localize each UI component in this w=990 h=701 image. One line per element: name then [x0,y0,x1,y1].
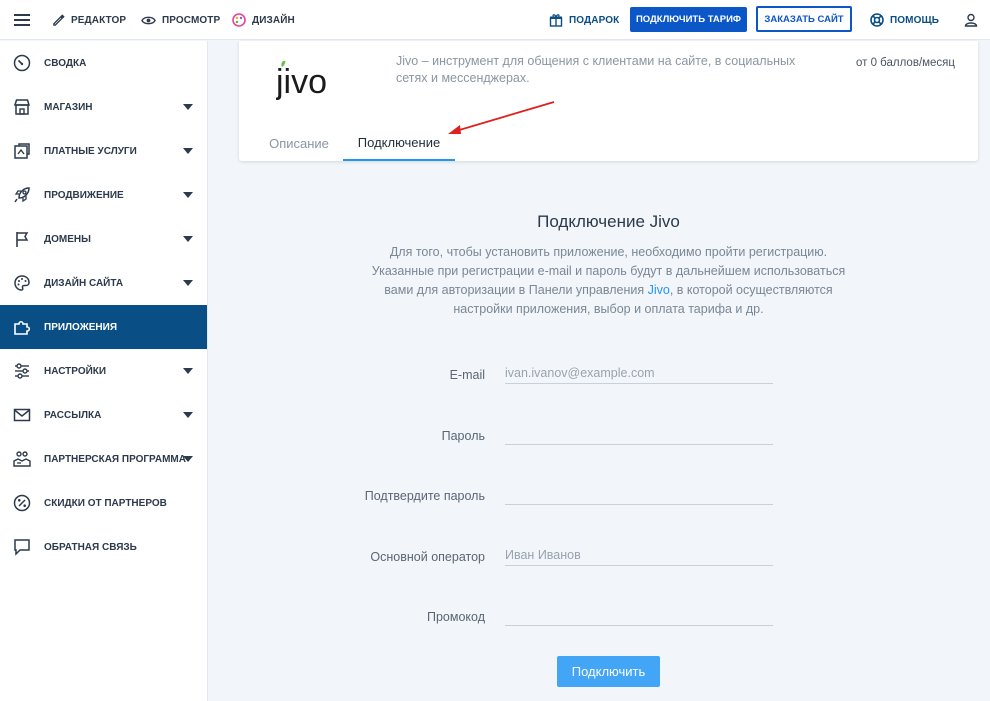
eye-icon [141,15,156,26]
sidebar-item-label: Настройки [44,365,107,377]
sidebar-item-store[interactable]: Магазин [0,85,207,129]
jivo-link[interactable]: Jivo [648,283,670,297]
app-price: от 0 баллов/месяц [855,57,955,69]
sidebar-item-label: Скидки от партнеров [44,497,167,509]
jivo-logo: jivo [275,59,336,103]
gauge-icon [12,53,32,73]
sidebar-item-site-design[interactable]: Дизайн сайта [0,261,207,305]
help-label: Помощь [890,14,940,26]
palette-color-icon [232,13,246,27]
sidebar-item-label: Домены [44,233,91,245]
sidebar-item-label: Партнерская программа [44,453,186,465]
rocket-icon [12,185,32,205]
top-bar: Редактор Просмотр Дизайн Подарок Подключ… [0,0,990,40]
sidebar-item-label: Продвижение [44,189,124,201]
sidebar-item-domains[interactable]: Домены [0,217,207,261]
promo-field[interactable] [505,604,773,626]
chevron-down-icon[interactable] [183,368,193,374]
hamburger-menu-icon[interactable] [14,0,30,40]
pencil-icon [52,13,65,27]
tab-connection[interactable]: Подключение [343,125,455,161]
app-description: Jivo – инструмент для общения с клиентам… [396,54,796,85]
percent-icon [12,493,32,513]
sidebar-item-label: Сводка [44,57,87,69]
email-field[interactable] [505,362,773,384]
user-icon[interactable] [964,0,978,40]
operator-label: Основной оператор [370,550,485,564]
preview-label: Просмотр [162,14,221,26]
store-icon [12,97,32,117]
promo-row: Промокод [300,602,780,632]
sidebar-item-feedback[interactable]: Обратная связь [0,525,207,569]
sidebar-item-label: Рассылка [44,409,102,421]
design-link[interactable]: Дизайн [232,0,295,40]
sidebar-item-settings[interactable]: Настройки [0,349,207,393]
preview-link[interactable]: Просмотр [141,0,220,40]
password-label: Пароль [441,429,485,443]
tab-description[interactable]: Описание [258,125,340,161]
chevron-down-icon[interactable] [183,148,193,154]
help-link[interactable]: Помощь [870,0,939,40]
password-field[interactable] [505,423,773,445]
chat-icon [12,537,32,557]
connect-intro: Для того, чтобы установить приложение, н… [360,243,857,319]
sidebar-item-mailing[interactable]: Рассылка [0,393,207,437]
puzzle-icon [12,317,32,337]
sidebar-item-partner-discounts[interactable]: Скидки от партнеров [0,481,207,525]
sidebar-item-label: Магазин [44,101,93,113]
email-row: E-mail [300,360,780,390]
email-label: E-mail [449,368,485,382]
sidebar-item-label: Дизайн сайта [44,277,124,289]
editor-link[interactable]: Редактор [52,0,126,40]
password-row: Пароль [300,421,780,451]
chevron-down-icon[interactable] [183,192,193,198]
sidebar-item-label: Платные услуги [44,145,137,157]
gift-label: Подарок [569,14,620,26]
sidebar-item-partner-program[interactable]: Партнерская программа [0,437,207,481]
confirm-password-label: Подтвердите пароль [364,489,485,503]
confirm-password-field[interactable] [505,483,773,505]
chevron-down-icon[interactable] [183,104,193,110]
sidebar-item-paid-services[interactable]: Платные услуги [0,129,207,173]
gift-icon [549,13,563,27]
connect-title: Подключение Jivo [537,212,680,231]
sidebar-item-summary[interactable]: Сводка [0,41,207,85]
chevron-down-icon[interactable] [183,456,193,462]
order-site-button[interactable]: Заказать сайт [756,6,852,32]
operator-field[interactable] [505,544,773,566]
mail-icon [12,405,32,425]
lifebuoy-icon [870,13,884,27]
flag-icon [12,229,32,249]
partner-icon [12,449,32,469]
app-card: jivo Jivo – инструмент для общения с кли… [239,41,978,161]
editor-label: Редактор [71,14,127,26]
chevron-down-icon[interactable] [183,412,193,418]
palette-icon [12,273,32,293]
connect-submit-button[interactable]: Подключить [557,656,660,687]
confirm-password-row: Подтвердите пароль [300,481,780,511]
paid-services-icon [12,141,32,161]
sidebar-item-apps[interactable]: Приложения [0,305,207,349]
sliders-icon [12,361,32,381]
operator-row: Основной оператор [300,542,780,572]
connect-tariff-button[interactable]: Подключить тариф [630,7,747,32]
promo-label: Промокод [426,610,485,624]
gift-link[interactable]: Подарок [549,0,619,40]
design-label: Дизайн [252,14,295,26]
sidebar-item-promotion[interactable]: Продвижение [0,173,207,217]
sidebar-item-label: Приложения [44,321,118,333]
svg-text:jivo: jivo [276,63,327,101]
chevron-down-icon[interactable] [183,236,193,242]
chevron-down-icon[interactable] [183,280,193,286]
sidebar-item-label: Обратная связь [44,541,137,553]
sidebar: Сводка Магазин Платные услуги Продвижени… [0,41,208,701]
